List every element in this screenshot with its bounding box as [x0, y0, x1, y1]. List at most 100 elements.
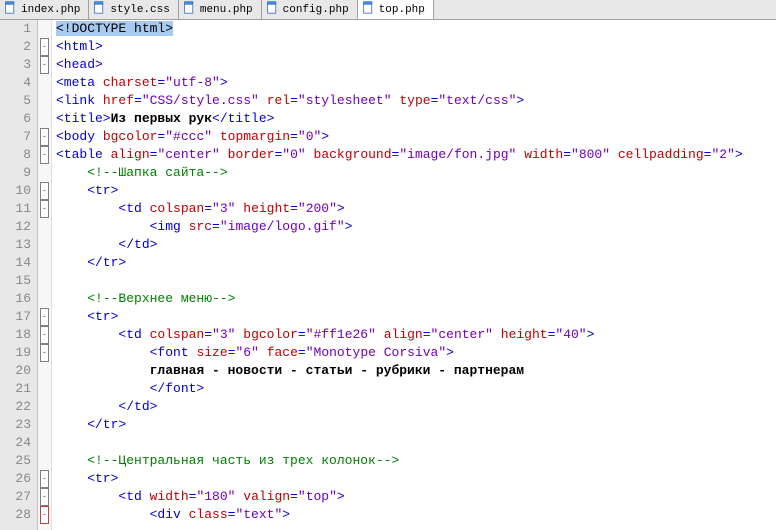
code-token: <tr> — [56, 183, 118, 198]
code-token: Из первых рук — [111, 111, 212, 126]
code-token — [610, 147, 618, 162]
tab-config-php[interactable]: config.php — [262, 0, 358, 19]
fold-cell — [38, 92, 51, 110]
code-token: <meta — [56, 75, 103, 90]
code-token: <link — [56, 93, 103, 108]
line-number: 5 — [0, 92, 37, 110]
code-line[interactable]: </td> — [56, 398, 776, 416]
code-line[interactable]: <div class="text"> — [56, 506, 776, 524]
code-line[interactable]: <body bgcolor="#ccc" topmargin="0"> — [56, 128, 776, 146]
code-token: <table — [56, 147, 111, 162]
code-token: </td> — [56, 399, 157, 414]
code-line[interactable]: <tr> — [56, 470, 776, 488]
line-number: 27 — [0, 488, 37, 506]
fold-toggle-icon[interactable]: - — [40, 38, 49, 56]
fold-toggle-icon[interactable]: - — [40, 488, 49, 506]
code-line[interactable]: </tr> — [56, 254, 776, 272]
fold-cell — [38, 20, 51, 38]
fold-toggle-icon[interactable]: - — [40, 470, 49, 488]
code-token: "40" — [555, 327, 586, 342]
fold-cell — [38, 452, 51, 470]
fold-cell — [38, 398, 51, 416]
code-line[interactable]: <td width="180" valign="top"> — [56, 488, 776, 506]
code-area[interactable]: <!DOCTYPE html><html><head><meta charset… — [52, 20, 776, 530]
tabs-tail — [434, 0, 776, 19]
code-token — [306, 147, 314, 162]
code-token: > — [345, 219, 353, 234]
editor: 1234567891011121314151617181920212223242… — [0, 20, 776, 530]
code-line[interactable]: <font size="6" face="Monotype Corsiva"> — [56, 344, 776, 362]
code-token: > — [587, 327, 595, 342]
code-line[interactable]: <td colspan="3" bgcolor="#ff1e26" align=… — [56, 326, 776, 344]
code-line[interactable]: </td> — [56, 236, 776, 254]
code-line[interactable]: <tr> — [56, 182, 776, 200]
code-line[interactable]: <html> — [56, 38, 776, 56]
code-token: background — [314, 147, 392, 162]
fold-cell — [38, 164, 51, 182]
code-line[interactable]: главная - новости - статьи - рубрики - п… — [56, 362, 776, 380]
code-token: align — [384, 327, 423, 342]
code-token: > — [282, 507, 290, 522]
fold-cell: - — [38, 344, 51, 362]
tab-label: style.css — [110, 4, 169, 16]
tab-top-php[interactable]: top.php — [358, 0, 434, 19]
code-token: "Monotype Corsiva" — [306, 345, 446, 360]
code-line[interactable] — [56, 434, 776, 452]
tab-menu-php[interactable]: menu.php — [179, 0, 262, 19]
code-token — [493, 327, 501, 342]
code-token: <title> — [56, 111, 111, 126]
fold-toggle-icon[interactable]: - — [40, 200, 49, 218]
code-line[interactable]: <meta charset="utf-8"> — [56, 74, 776, 92]
code-token: = — [204, 201, 212, 216]
fold-cell: - — [38, 128, 51, 146]
code-line[interactable]: <!--Верхнее меню--> — [56, 290, 776, 308]
code-line[interactable]: <tr> — [56, 308, 776, 326]
code-line[interactable]: <!DOCTYPE html> — [56, 20, 776, 38]
fold-cell — [38, 110, 51, 128]
fold-cell: - — [38, 506, 51, 524]
fold-toggle-icon[interactable]: - — [40, 56, 49, 74]
line-number: 20 — [0, 362, 37, 380]
fold-cell: - — [38, 308, 51, 326]
code-line[interactable]: <!--Центральная часть из трех колонок--> — [56, 452, 776, 470]
line-number: 26 — [0, 470, 37, 488]
code-line[interactable]: <img src="image/logo.gif"> — [56, 218, 776, 236]
tabs-bar: index.php style.css menu.php config.php top.… — [0, 0, 776, 20]
fold-toggle-icon[interactable]: - — [40, 182, 49, 200]
code-token: type — [399, 93, 430, 108]
fold-toggle-icon[interactable]: - — [40, 308, 49, 326]
code-line[interactable]: <head> — [56, 56, 776, 74]
code-line[interactable]: <link href="CSS/style.css" rel="styleshe… — [56, 92, 776, 110]
tab-label: config.php — [283, 4, 349, 16]
fold-toggle-icon[interactable]: - — [40, 326, 49, 344]
code-token — [259, 93, 267, 108]
code-token: "stylesheet" — [298, 93, 392, 108]
code-token: </tr> — [56, 417, 126, 432]
code-token: <tr> — [56, 309, 118, 324]
code-token: = — [204, 327, 212, 342]
code-line[interactable]: </tr> — [56, 416, 776, 434]
code-line[interactable]: <!--Шапка сайта--> — [56, 164, 776, 182]
code-line[interactable]: </font> — [56, 380, 776, 398]
fold-toggle-icon[interactable]: - — [40, 128, 49, 146]
code-line[interactable]: <td colspan="3" height="200"> — [56, 200, 776, 218]
line-number: 14 — [0, 254, 37, 272]
code-token: > — [446, 345, 454, 360]
fold-toggle-icon[interactable]: - — [40, 146, 49, 164]
fold-cell — [38, 236, 51, 254]
code-token: = — [290, 201, 298, 216]
code-token: </td> — [56, 237, 157, 252]
fold-toggle-icon[interactable]: - — [40, 344, 49, 362]
line-number: 25 — [0, 452, 37, 470]
code-line[interactable]: <title>Из первых рук</title> — [56, 110, 776, 128]
code-token: </tr> — [56, 255, 126, 270]
fold-toggle-icon[interactable]: - — [40, 506, 49, 524]
code-token: <div — [56, 507, 189, 522]
tab-style-css[interactable]: style.css — [89, 0, 178, 19]
code-line[interactable] — [56, 272, 776, 290]
fold-cell — [38, 380, 51, 398]
code-token: "center" — [157, 147, 219, 162]
code-line[interactable]: <table align="center" border="0" backgro… — [56, 146, 776, 164]
line-number: 9 — [0, 164, 37, 182]
tab-index-php[interactable]: index.php — [0, 0, 89, 19]
